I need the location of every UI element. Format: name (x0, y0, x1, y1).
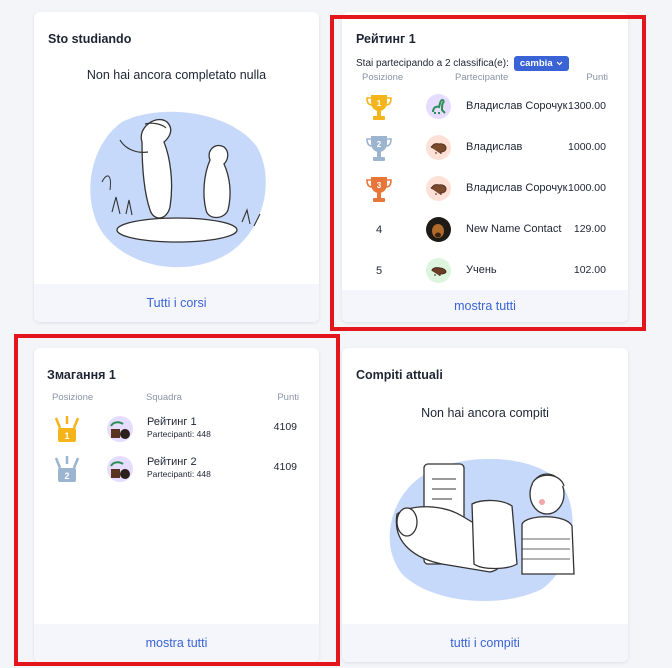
meerkats-illustration (90, 111, 266, 268)
silver-trophy-icon: 2 (364, 133, 394, 163)
team-participants: Partecipanti: 448 (147, 469, 211, 479)
show-all-contest-link[interactable]: mostra tutti (34, 624, 319, 662)
table-row[interactable]: 5 Учень 102.00 (342, 250, 628, 291)
bison-icon (426, 135, 451, 160)
participating-text: Stai partecipando a 2 classifica(e): (356, 58, 509, 69)
trophy-rank: 3 (377, 181, 382, 190)
rank-number: 4 (375, 224, 383, 236)
dog-photo (426, 217, 451, 242)
column-points: Punti (586, 72, 608, 83)
trophy-rank: 1 (377, 99, 382, 108)
documents-illustration (389, 458, 575, 601)
participant-name: Учень (466, 264, 497, 276)
team-points: 4109 (273, 421, 297, 433)
medal-rank: 2 (64, 471, 69, 481)
bronze-trophy-icon: 3 (364, 174, 394, 204)
team-participants: Partecipanti: 448 (147, 429, 211, 439)
participant-name: Владислав Сорочук (466, 182, 568, 194)
tasks-card: Compiti attuali Non hai ancora compiti t… (342, 348, 628, 662)
column-position: Posizione (52, 392, 94, 403)
table-row[interactable]: 1 Рейтинг 1 Partecipanti: 448 4109 (34, 410, 319, 450)
silver-medal-icon: 2 (54, 454, 80, 484)
participating-line: Stai partecipando a 2 classifica(e): cam… (356, 56, 569, 71)
boar-icon (426, 258, 451, 283)
rating-card: Рейтинг 1 Stai partecipando a 2 classifi… (342, 12, 628, 322)
change-label: cambia (519, 58, 553, 69)
table-row[interactable]: 2 Владислав 1000.00 (342, 127, 628, 168)
tasks-empty-message: Non hai ancora compiti (421, 406, 549, 420)
column-team: Squadra (146, 392, 182, 403)
gold-medal-icon: 1 (54, 414, 80, 444)
chevron-down-icon (556, 61, 563, 66)
table-row[interactable]: 4 New Name Contact 129.00 (342, 209, 628, 250)
participant-points: 1000.00 (568, 182, 606, 194)
column-points: Punti (277, 392, 299, 403)
contest-card: Змагання 1 Posizione Squadra Punti 1 Рей… (34, 348, 319, 662)
table-row[interactable]: 1 Владислав Сорочук 1300.00 (342, 86, 628, 127)
participant-name: New Name Contact (466, 223, 562, 235)
all-courses-link[interactable]: Tutti i corsi (34, 284, 319, 322)
studying-title: Sto studiando (48, 32, 132, 46)
team-name: Рейтинг 1 (147, 416, 197, 428)
team-avatar (107, 456, 133, 482)
studying-empty-message: Non hai ancora completato nulla (86, 68, 267, 82)
column-participant: Partecipante (455, 72, 509, 83)
change-leaderboard-button[interactable]: cambia (513, 56, 569, 71)
all-tasks-link[interactable]: tutti i compiti (342, 624, 628, 662)
participant-points: 102.00 (573, 264, 606, 276)
gold-trophy-icon: 1 (364, 92, 394, 122)
column-position: Posizione (362, 72, 404, 83)
rating-title: Рейтинг 1 (356, 32, 416, 46)
participant-points: 129.00 (573, 223, 606, 235)
participant-name: Владислав (466, 141, 523, 153)
rank-number: 5 (375, 265, 383, 277)
contest-title: Змагання 1 (47, 368, 116, 382)
participant-points: 1000.00 (568, 141, 606, 153)
tasks-title: Compiti attuali (356, 368, 443, 382)
table-row[interactable]: 3 Владислав Сорочук 1000.00 (342, 168, 628, 209)
medal-rank: 1 (64, 431, 69, 441)
participant-points: 1300.00 (568, 100, 606, 112)
team-avatar (107, 416, 133, 442)
bison-icon (426, 176, 451, 201)
team-name: Рейтинг 2 (147, 456, 197, 468)
studying-card: Sto studiando Non hai ancora completato … (34, 12, 319, 322)
participant-name: Владислав Сорочук (466, 100, 568, 112)
team-points: 4109 (273, 461, 297, 473)
trophy-rank: 2 (377, 140, 382, 149)
table-row[interactable]: 2 Рейтинг 2 Partecipanti: 448 4109 (34, 450, 319, 490)
show-all-rating-link[interactable]: mostra tutti (342, 290, 628, 322)
dinosaur-icon (426, 94, 451, 119)
